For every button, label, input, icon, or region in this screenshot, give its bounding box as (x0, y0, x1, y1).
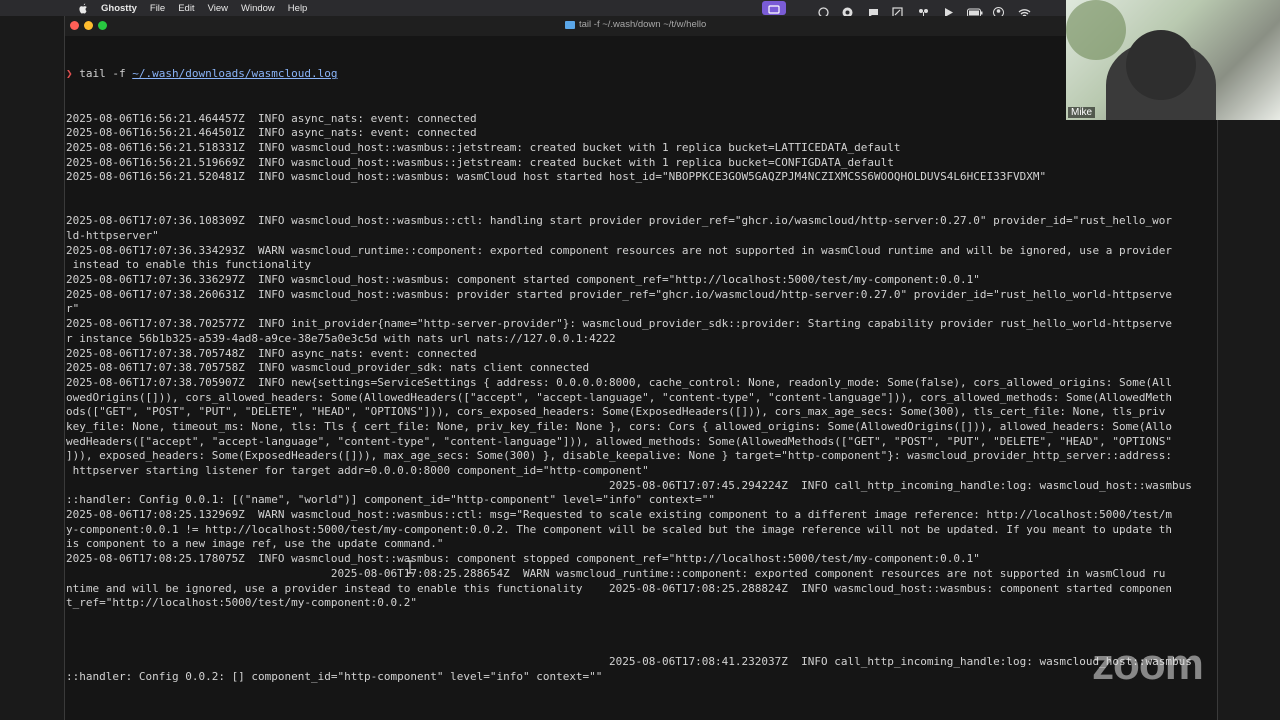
log-line: 2025-08-06T16:56:21.519669Z INFO wasmclo… (66, 155, 894, 169)
log-line: owedOrigins([])), cors_allowed_headers: … (66, 390, 1172, 404)
user-icon[interactable] (993, 3, 1004, 18)
apple-icon[interactable] (78, 3, 88, 14)
log-line: r" (66, 302, 80, 316)
log-line: 2025-08-06T17:07:38.705748Z INFO async_n… (66, 346, 477, 360)
window-title: tail -f ~/.wash/down ~/t/w/hello (565, 19, 706, 30)
flowers-icon[interactable] (918, 3, 929, 18)
zoom-button[interactable] (98, 21, 107, 30)
log-line: ::handler: Config 0.0.2: [] component_id… (66, 669, 603, 683)
log-line: key_file: None, timeout_ms: None, tls: T… (66, 419, 1172, 433)
menu-file[interactable]: File (150, 3, 165, 14)
participant-head (1126, 30, 1196, 100)
folder-icon (565, 20, 575, 29)
log-line: 2025-08-06T17:07:38.260631Z INFO wasmclo… (66, 287, 1172, 301)
participant-name: Mike (1068, 107, 1096, 118)
log-line: ld-httpserver" (66, 229, 159, 242)
log-line: ods(["GET", "POST", "PUT", "DELETE", "HE… (66, 405, 1166, 419)
participant-video[interactable] (1066, 0, 1280, 120)
log-line: 2025-08-06T17:08:25.288654Z WARN wasmclo… (66, 566, 1166, 580)
log-line: 2025-08-06T17:07:45.294224Z INFO call_ht… (66, 478, 1192, 492)
log-line: t_ref="http://localhost:5000/test/my-com… (66, 596, 417, 610)
menu-view[interactable]: View (208, 3, 228, 14)
menu-window[interactable]: Window (241, 3, 275, 14)
log-line: 2025-08-06T16:56:21.464457Z INFO async_n… (66, 111, 477, 125)
log-line: ])), exposed_headers: Some(ExposedHeader… (66, 449, 1172, 463)
title-bar[interactable]: tail -f ~/.wash/down ~/t/w/hello (65, 16, 1217, 36)
background-plant (1066, 0, 1126, 60)
screen-share-icon[interactable] (892, 3, 903, 18)
log-line: 2025-08-06T17:07:36.336297Z INFO wasmclo… (66, 273, 980, 287)
command-text: tail -f (79, 67, 133, 81)
log-line: 2025-08-06T17:07:38.702577Z INFO init_pr… (66, 317, 1172, 331)
log-line: 2025-08-06T17:08:25.132969Z WARN wasmclo… (66, 508, 1172, 522)
close-button[interactable] (70, 21, 79, 30)
menu-app-name[interactable]: Ghostty (101, 3, 137, 14)
zoom-logo: zoom (1092, 640, 1204, 689)
wifi-icon[interactable] (1018, 3, 1031, 17)
log-line: instead to enable this functionality (66, 258, 312, 272)
minimize-button[interactable] (84, 21, 93, 30)
log-line: is component to a new image ref, use the… (66, 537, 444, 551)
log-line: 2025-08-06T17:08:25.178075Z INFO wasmclo… (66, 552, 980, 566)
log-line: 2025-08-06T17:07:38.705907Z INFO new{set… (66, 375, 1172, 389)
play-icon[interactable] (943, 3, 954, 17)
prompt-symbol: ❯ (66, 67, 73, 81)
log-line: wedHeaders(["accept", "accept-language",… (66, 434, 1172, 448)
log-line: 2025-08-06T16:56:21.518331Z INFO wasmclo… (66, 140, 901, 154)
log-line: 2025-08-06T17:08:41.232037Z INFO call_ht… (66, 654, 1192, 668)
log-line: y-component:0.0.1 != http://localhost:50… (66, 522, 1172, 536)
record-icon[interactable] (818, 3, 829, 18)
chat-icon[interactable] (868, 3, 879, 17)
log-line: 2025-08-06T17:07:36.334293Z WARN wasmclo… (66, 243, 1172, 257)
window-title-text: tail -f ~/.wash/down ~/t/w/hello (579, 19, 707, 30)
log-line: 2025-08-06T17:07:36.108309Z INFO wasmclo… (66, 214, 1172, 228)
log-line: ::handler: Config 0.0.1: [("name", "worl… (66, 493, 716, 507)
terminal-output[interactable]: ❯ tail -f ~/.wash/downloads/wasmcloud.lo… (66, 38, 1216, 699)
accessibility-icon[interactable] (842, 3, 853, 18)
menu-help[interactable]: Help (288, 3, 308, 14)
log-line: ntime and will be ignored, use a provide… (66, 581, 1172, 595)
log-lines: 2025-08-06T16:56:21.464457Z INFO async_n… (66, 112, 1216, 685)
log-line: httpserver starting listener for target … (66, 464, 649, 477)
command-path[interactable]: ~/.wash/downloads/wasmcloud.log (132, 67, 337, 80)
log-line: r instance 56b1b325-a539-4ad8-a9ce-38e75… (66, 331, 616, 345)
menu-edit[interactable]: Edit (178, 3, 194, 14)
log-line: 2025-08-06T16:56:21.464501Z INFO async_n… (66, 126, 477, 140)
mouse-cursor-icon (406, 560, 416, 574)
log-line: 2025-08-06T17:07:38.705758Z INFO wasmclo… (66, 361, 590, 375)
focus-mode-icon[interactable] (762, 1, 786, 15)
command-line: ❯ tail -f ~/.wash/downloads/wasmcloud.lo… (66, 67, 1216, 82)
battery-icon (967, 3, 983, 18)
log-line: 2025-08-06T16:56:21.520481Z INFO wasmclo… (66, 170, 1047, 184)
